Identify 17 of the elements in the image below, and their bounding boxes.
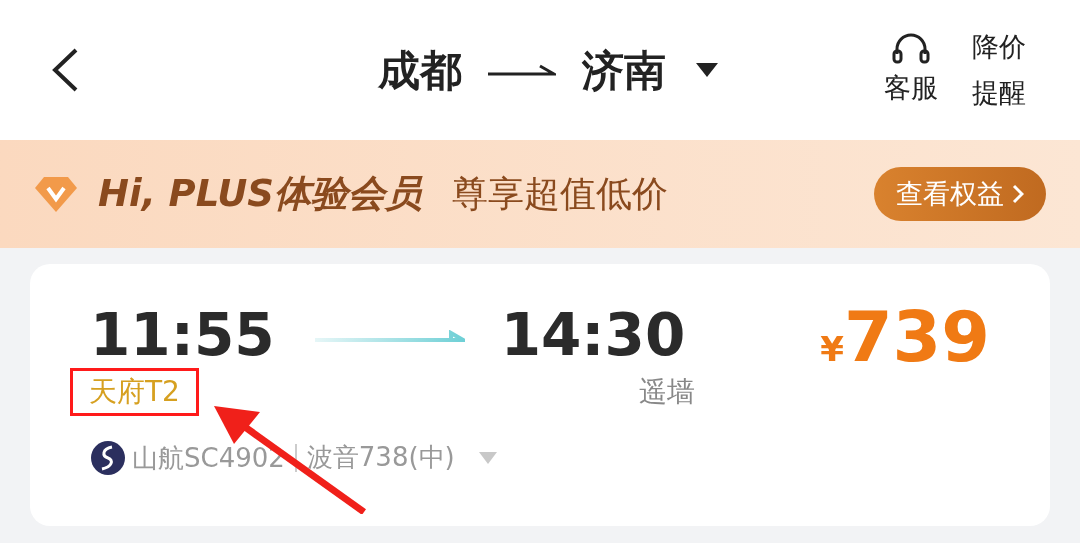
departure-time: 11:55 bbox=[90, 302, 275, 368]
departure-terminal: 天府T2 bbox=[70, 368, 199, 416]
chevron-right-icon bbox=[1012, 184, 1024, 204]
price-alert-button[interactable]: 降价提醒 bbox=[968, 24, 1030, 116]
departure-city: 成都 bbox=[378, 44, 462, 97]
arrival-airport: 遥墙 bbox=[639, 374, 696, 410]
airline-logo-icon bbox=[90, 439, 126, 476]
arrival-time: 14:30 bbox=[500, 302, 686, 368]
customer-service-button[interactable]: 客服 bbox=[884, 31, 938, 109]
arrival-city-dropdown[interactable]: 济南 bbox=[582, 38, 718, 102]
dropdown-icon bbox=[696, 63, 718, 77]
plus-title: Hi, PLUS体验会员 bbox=[98, 171, 422, 218]
currency-symbol: ¥ bbox=[820, 329, 844, 371]
plus-subtitle: 尊享超值低价 bbox=[451, 172, 668, 216]
aircraft-type: 波音738(中) bbox=[306, 441, 455, 474]
diamond-icon bbox=[34, 175, 78, 213]
price: 739 bbox=[843, 302, 990, 372]
